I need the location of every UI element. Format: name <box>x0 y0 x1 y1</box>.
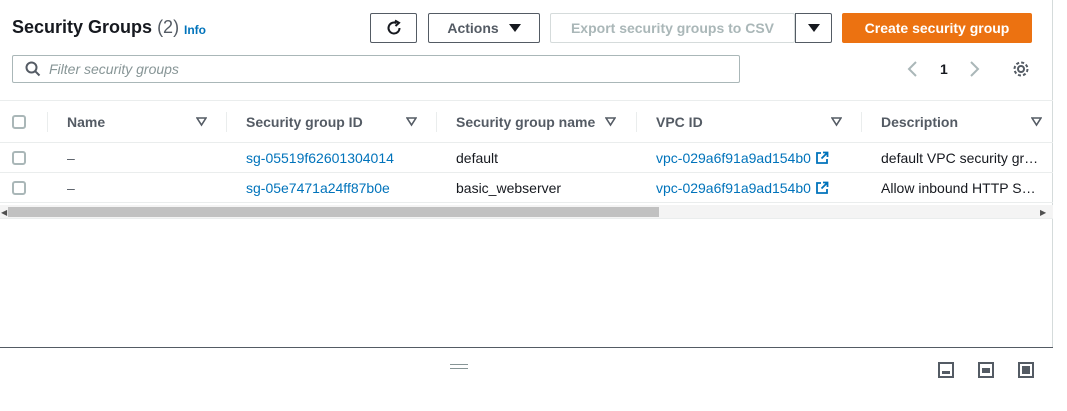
cell-sg-id-link[interactable]: sg-05519f62601304014 <box>246 143 394 172</box>
column-header-description[interactable]: Description <box>881 101 958 143</box>
page-title-text: Security Groups <box>12 17 153 37</box>
info-link[interactable]: Info <box>184 23 206 37</box>
scroll-right-arrow[interactable]: ▶ <box>1040 208 1046 217</box>
preferences-button[interactable] <box>1012 58 1030 80</box>
sort-icon[interactable] <box>1031 117 1042 127</box>
filter-field[interactable] <box>12 55 740 83</box>
export-csv-label: Export security groups to CSV <box>570 20 775 36</box>
cell-description: default VPC security gr… <box>881 149 1039 166</box>
create-label: Create security group <box>864 20 1010 36</box>
search-icon <box>25 61 41 77</box>
panel-layout-middle-icon[interactable] <box>978 362 994 378</box>
page-title: Security Groups (2) <box>12 17 179 38</box>
item-count: (2) <box>157 17 180 37</box>
column-sg-name-label: Security group name <box>456 114 596 130</box>
drag-handle-icon[interactable] <box>450 364 468 372</box>
row-checkbox[interactable] <box>12 143 26 172</box>
column-sg-id-label: Security group ID <box>246 114 363 130</box>
panel-layout-bottom-icon[interactable] <box>938 362 954 378</box>
cell-vpc-id-text: vpc-029a6f91a9ad154b0 <box>656 179 811 196</box>
table-header: Name Security group ID Security group na… <box>0 100 1053 143</box>
column-description-label: Description <box>881 114 959 130</box>
table-row[interactable]: – sg-05519f62601304014 default vpc-029a6… <box>0 143 1053 173</box>
split-panel-bar <box>0 347 1053 411</box>
cell-name: – <box>67 149 75 166</box>
cell-sg-id-link[interactable]: sg-05e7471a24ff87b0e <box>246 173 390 202</box>
chevron-right-icon <box>970 61 980 77</box>
prev-page-button[interactable] <box>906 58 920 80</box>
create-security-group-button[interactable]: Create security group <box>842 13 1032 43</box>
select-all-checkbox[interactable] <box>12 101 26 143</box>
cell-vpc-id-link[interactable]: vpc-029a6f91a9ad154b0 <box>656 173 829 202</box>
chevron-left-icon <box>907 61 917 77</box>
page-edge <box>1053 0 1067 411</box>
column-vpc-id-label: VPC ID <box>656 114 703 130</box>
sort-icon[interactable] <box>831 117 842 127</box>
scroll-thumb[interactable] <box>8 207 659 217</box>
cell-sg-name: default <box>456 149 499 166</box>
settings-icon <box>1013 61 1029 77</box>
caret-down-icon <box>807 24 820 32</box>
actions-button[interactable]: Actions <box>428 13 540 43</box>
cell-vpc-id-text: vpc-029a6f91a9ad154b0 <box>656 149 811 166</box>
security-groups-panel: Security Groups (2) Info Actions Export … <box>0 0 1053 347</box>
row-checkbox[interactable] <box>12 173 26 202</box>
cell-sg-name: basic_webserver <box>456 179 562 196</box>
horizontal-scrollbar[interactable]: ◀ ▶ <box>0 205 1053 219</box>
next-page-button[interactable] <box>967 58 981 80</box>
export-csv-button[interactable]: Export security groups to CSV <box>550 13 795 43</box>
column-header-sg-name[interactable]: Security group name <box>456 101 595 143</box>
actions-label: Actions <box>447 20 499 36</box>
table-row[interactable]: – sg-05e7471a24ff87b0e basic_webserver v… <box>0 173 1053 203</box>
export-dropdown-button[interactable] <box>795 13 832 43</box>
external-link-icon <box>815 181 829 195</box>
sort-icon[interactable] <box>196 117 207 127</box>
page-number[interactable]: 1 <box>940 58 948 80</box>
column-name-label: Name <box>67 114 106 130</box>
column-header-name[interactable]: Name <box>67 101 105 143</box>
caret-down-icon <box>508 24 521 32</box>
column-header-sg-id[interactable]: Security group ID <box>246 101 363 143</box>
security-groups-table: Name Security group ID Security group na… <box>0 100 1053 203</box>
refresh-icon <box>387 19 401 35</box>
cell-description: Allow inbound HTTP S… <box>881 179 1036 196</box>
column-header-vpc-id[interactable]: VPC ID <box>656 101 703 143</box>
refresh-button[interactable] <box>370 13 417 43</box>
cell-vpc-id-link[interactable]: vpc-029a6f91a9ad154b0 <box>656 143 829 172</box>
sort-icon[interactable] <box>406 117 417 127</box>
cell-name: – <box>67 179 75 196</box>
scroll-left-arrow[interactable]: ◀ <box>1 208 7 217</box>
external-link-icon <box>815 151 829 165</box>
sort-icon[interactable] <box>605 117 616 127</box>
panel-layout-full-icon[interactable] <box>1018 362 1034 378</box>
filter-input[interactable] <box>49 61 699 77</box>
